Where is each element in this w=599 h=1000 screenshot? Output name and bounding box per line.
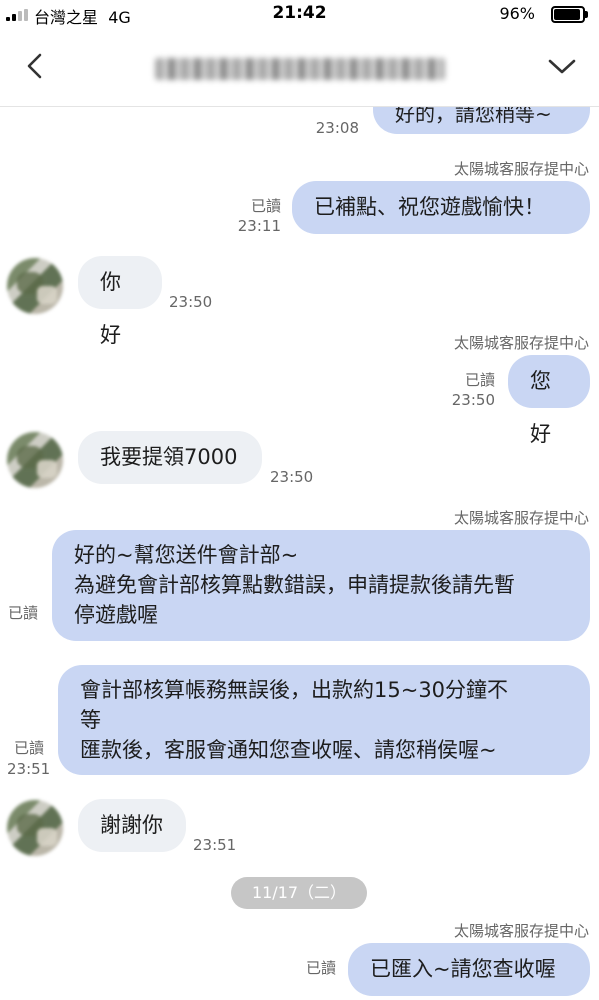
message-time: 23:50: [451, 391, 495, 409]
message-bubble-incoming[interactable]: 你好: [78, 256, 162, 347]
message-line: 為避免會計部核算點數錯誤，申請提款後請先暫: [74, 573, 515, 597]
message-bubble-outgoing[interactable]: 會計部核算帳務無誤後，出款約15~30分鐘不 等 匯款後，客服會通知您查收喔、請…: [58, 665, 590, 775]
message-bubble-incoming[interactable]: 謝謝你: [78, 799, 186, 852]
message-bubble-outgoing[interactable]: 好的~幫您送件會計部~ 為避免會計部核算點數錯誤，申請提款後請先暫 停遊戲喔: [52, 530, 590, 641]
read-receipt: 已讀: [464, 371, 495, 389]
chat-header: [0, 28, 599, 107]
message-bubble-outgoing[interactable]: 您好: [508, 355, 590, 446]
avatar[interactable]: [7, 258, 63, 314]
sender-name: 太陽城客服存提中心: [453, 334, 589, 352]
message-time: 23:08: [315, 119, 359, 137]
message-line: 等: [80, 708, 101, 732]
message-time: 23:51: [193, 836, 237, 854]
battery-percent: 96%: [499, 4, 535, 23]
read-receipt: 已讀: [305, 959, 336, 977]
message-bubble-outgoing[interactable]: 已補點、祝您遊戲愉快！: [292, 181, 590, 234]
message-time: 23:11: [237, 217, 281, 235]
status-bar: 台灣之星 4G 21:42 96%: [0, 0, 599, 28]
message-line: 匯款後，客服會通知您查收喔、請您稍侯喔~: [80, 738, 497, 762]
read-receipt: 已讀: [14, 739, 45, 757]
message-time: 23:51: [7, 760, 51, 778]
battery-icon: [551, 6, 588, 23]
message-line: 停遊戲喔: [74, 603, 158, 627]
read-receipt: 已讀: [250, 197, 281, 215]
avatar[interactable]: [7, 800, 63, 856]
date-divider: 11/17（二）: [231, 877, 367, 909]
sender-name: 太陽城客服存提中心: [453, 509, 589, 527]
chevron-left-icon[interactable]: [22, 52, 50, 80]
sender-name: 太陽城客服存提中心: [453, 160, 589, 178]
message-bubble-incoming[interactable]: 我要提領7000: [78, 431, 262, 484]
chevron-down-icon[interactable]: [547, 54, 577, 78]
chat-title-blurred: [155, 58, 445, 80]
message-line: 會計部核算帳務無誤後，出款約15~30分鐘不: [80, 678, 509, 702]
message-bubble-outgoing[interactable]: 已匯入~請您查收喔: [348, 943, 590, 996]
avatar[interactable]: [7, 432, 63, 488]
sender-name: 太陽城客服存提中心: [453, 922, 589, 940]
read-receipt: 已讀: [8, 604, 39, 622]
message-time: 23:50: [270, 468, 314, 486]
message-time: 23:50: [169, 293, 213, 311]
message-line: 好的~幫您送件會計部~: [74, 543, 299, 567]
